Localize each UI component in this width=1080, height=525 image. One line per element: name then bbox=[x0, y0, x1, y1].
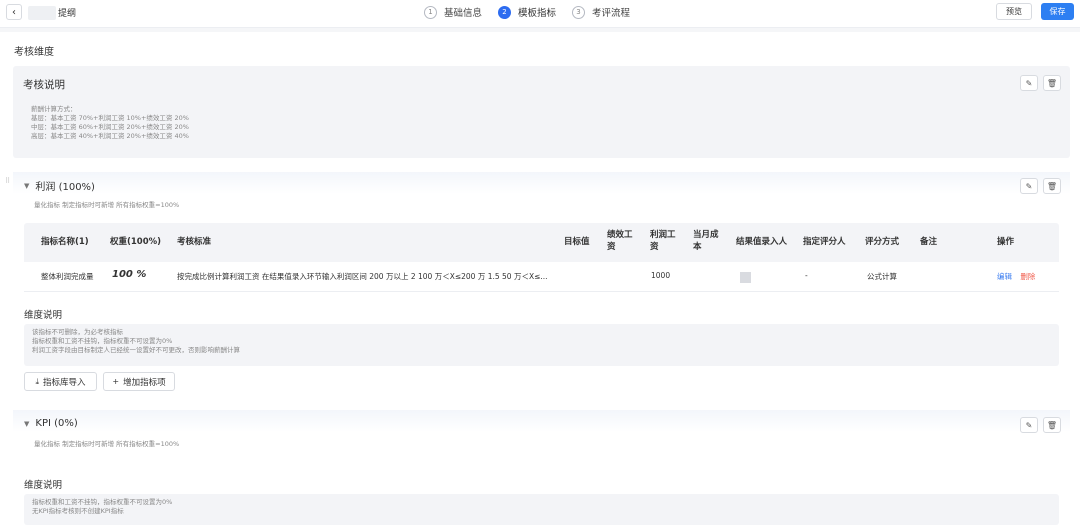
chevron-left-icon: ‹ bbox=[12, 6, 16, 18]
step-review-process[interactable]: 3 考评流程 bbox=[572, 4, 630, 20]
col-profit-wage: 利润工 资 bbox=[650, 229, 676, 253]
cell-evaluator: - bbox=[805, 271, 808, 280]
plus-icon: + bbox=[112, 377, 120, 386]
desc-line: 指标权重和工资不挂钩，指标权重不可设置为0% bbox=[32, 498, 173, 506]
back-button[interactable]: ‹ bbox=[6, 4, 22, 20]
delete-button[interactable]: 🗑 bbox=[1043, 75, 1061, 91]
desc-line: 该指标不可删除，为必考核指标 bbox=[32, 328, 123, 336]
assessment-line: 基层：基本工资 70%+利润工资 10%+绩效工资 20% bbox=[31, 114, 189, 122]
button-label: 指标库导入 bbox=[43, 377, 86, 388]
dimension-title: 利润 (100%) bbox=[35, 182, 95, 193]
delete-link[interactable]: 删除 bbox=[1020, 272, 1035, 281]
step-indicator: 1 基础信息 2 模板指标 3 考评流程 bbox=[424, 4, 646, 20]
caret-down-icon: ▼ bbox=[24, 419, 30, 428]
step-label: 模板指标 bbox=[518, 8, 557, 19]
step-number: 3 bbox=[572, 5, 586, 19]
save-button[interactable]: 保存 bbox=[1041, 3, 1074, 20]
edit-button[interactable]: ✎ bbox=[1020, 178, 1038, 194]
cell-method: 公式计算 bbox=[867, 272, 897, 281]
dimension-header-bg bbox=[13, 410, 1070, 432]
page-title: 提纲 bbox=[58, 9, 77, 19]
header-line: 本 bbox=[693, 242, 702, 252]
indicator-table: 指标名称(1) 权重(100%) 考核标准 目标值 绩效工 资 利润工 资 当月… bbox=[24, 223, 1059, 292]
desc-line: 无KPI指标考核则不创建KPI指标 bbox=[32, 507, 124, 515]
cell-standard: 按完成比例计算利润工资 在结果值录入环节输入利润区间 200 万以上 2 100… bbox=[177, 272, 548, 281]
col-month-cost: 当月成 本 bbox=[693, 229, 719, 253]
cell-name: 整体利润完成量 bbox=[41, 272, 94, 281]
assessment-card: 考核说明 ✎ 🗑 薪酬计算方式： 基层：基本工资 70%+利润工资 10%+绩效… bbox=[13, 66, 1070, 158]
header-line: 利润工 bbox=[650, 230, 676, 240]
delete-button[interactable]: 🗑 bbox=[1043, 178, 1061, 194]
header-line: 当月成 bbox=[693, 230, 719, 240]
dimension-desc-title: 维度说明 bbox=[24, 310, 63, 321]
header-line: 资 bbox=[607, 242, 616, 252]
top-bar: ‹ 提纲 1 基础信息 2 模板指标 3 考评流程 预览 保存 bbox=[0, 0, 1080, 28]
step-template-indicators[interactable]: 2 模板指标 bbox=[498, 4, 556, 20]
step-label: 基础信息 bbox=[444, 8, 483, 19]
preview-button[interactable]: 预览 bbox=[996, 3, 1032, 20]
dimension-profit-header[interactable]: ▼ 利润 (100%) bbox=[24, 178, 95, 194]
trash-icon: 🗑 bbox=[1046, 181, 1058, 191]
step-number: 1 bbox=[424, 5, 437, 19]
dimension-meta: 量化指标 制定指标时可新增 所有指标权重=100% bbox=[34, 440, 180, 448]
assessment-line: 薪酬计算方式： bbox=[31, 105, 77, 113]
assessment-line: 中层：基本工资 60%+利润工资 20%+绩效工资 20% bbox=[31, 123, 189, 131]
dimension-desc-box: 指标权重和工资不挂钩，指标权重不可设置为0% 无KPI指标考核则不创建KPI指标 bbox=[24, 494, 1059, 525]
table-row[interactable]: 整体利润完成量 100 % 按完成比例计算利润工资 在结果值录入环节输入利润区间… bbox=[24, 262, 1059, 292]
button-label: 增加指标项 bbox=[123, 377, 166, 388]
blurred-title-prefix bbox=[28, 6, 56, 20]
caret-down-icon: ▼ bbox=[24, 181, 30, 190]
desc-line: 指标权重和工资不挂钩，指标权重不可设置为0% bbox=[32, 337, 173, 345]
col-method: 评分方式 bbox=[865, 237, 900, 247]
edit-link[interactable]: 编辑 bbox=[997, 272, 1012, 281]
header-line: 绩效工 bbox=[607, 230, 633, 240]
col-result-entry: 结果值录入人 bbox=[736, 237, 788, 247]
dimension-meta: 量化指标 制定指标时可新增 所有指标权重=100% bbox=[34, 201, 180, 209]
dimension-desc-box: 该指标不可删除，为必考核指标 指标权重和工资不挂钩，指标权重不可设置为0% 利润… bbox=[24, 324, 1059, 366]
col-weight: 权重(100%) bbox=[110, 237, 162, 247]
col-perf-wage: 绩效工 资 bbox=[607, 229, 633, 253]
edit-button[interactable]: ✎ bbox=[1020, 75, 1038, 91]
dimension-title: KPI (0%) bbox=[35, 418, 78, 429]
trash-icon: 🗑 bbox=[1046, 420, 1058, 430]
dimension-kpi-header[interactable]: ▼ KPI (0%) bbox=[24, 418, 78, 429]
add-indicator-button[interactable]: + 增加指标项 bbox=[103, 372, 175, 391]
delete-button[interactable]: 🗑 bbox=[1043, 417, 1061, 433]
download-icon: ⤓ bbox=[35, 376, 40, 386]
desc-line: 利润工资字段由目标制定人已经统一设置好不可更改，否则影响薪酬计算 bbox=[32, 346, 240, 354]
col-remark: 备注 bbox=[920, 237, 938, 247]
row-actions: 编辑 删除 bbox=[997, 271, 1035, 282]
avatar-placeholder bbox=[740, 272, 751, 283]
dimension-desc-title: 维度说明 bbox=[24, 480, 63, 491]
header-line: 资 bbox=[650, 242, 659, 252]
pencil-icon: ✎ bbox=[1025, 420, 1033, 430]
col-standard: 考核标准 bbox=[177, 237, 212, 247]
import-indicator-button[interactable]: ⤓ 指标库导入 bbox=[24, 372, 97, 391]
section-title: 考核维度 bbox=[14, 47, 54, 58]
cell-profit-wage: 1000 bbox=[651, 271, 671, 280]
assessment-lines: 薪酬计算方式： 基层：基本工资 70%+利润工资 10%+绩效工资 20% 中层… bbox=[31, 105, 189, 141]
col-ops: 操作 bbox=[997, 237, 1015, 247]
main-content: 考核维度 考核说明 ✎ 🗑 薪酬计算方式： 基层：基本工资 70%+利润工资 1… bbox=[0, 32, 1080, 525]
pencil-icon: ✎ bbox=[1025, 181, 1033, 191]
drag-handle-icon[interactable]: ⠿ bbox=[5, 177, 10, 185]
step-basic-info[interactable]: 1 基础信息 bbox=[424, 4, 482, 20]
edit-button[interactable]: ✎ bbox=[1020, 417, 1038, 433]
step-label: 考评流程 bbox=[592, 8, 631, 19]
table-header: 指标名称(1) 权重(100%) 考核标准 目标值 绩效工 资 利润工 资 当月… bbox=[24, 223, 1059, 262]
cell-weight[interactable]: 100 % bbox=[112, 269, 146, 280]
dimension-header-bg bbox=[13, 172, 1070, 194]
col-target: 目标值 bbox=[564, 237, 590, 247]
assessment-title: 考核说明 bbox=[23, 79, 65, 91]
col-name: 指标名称(1) bbox=[41, 237, 89, 247]
col-evaluator: 指定评分人 bbox=[803, 237, 846, 247]
step-number: 2 bbox=[498, 5, 512, 19]
trash-icon: 🗑 bbox=[1046, 78, 1058, 88]
pencil-icon: ✎ bbox=[1025, 78, 1033, 88]
assessment-line: 高层：基本工资 40%+利润工资 20%+绩效工资 40% bbox=[31, 132, 189, 140]
